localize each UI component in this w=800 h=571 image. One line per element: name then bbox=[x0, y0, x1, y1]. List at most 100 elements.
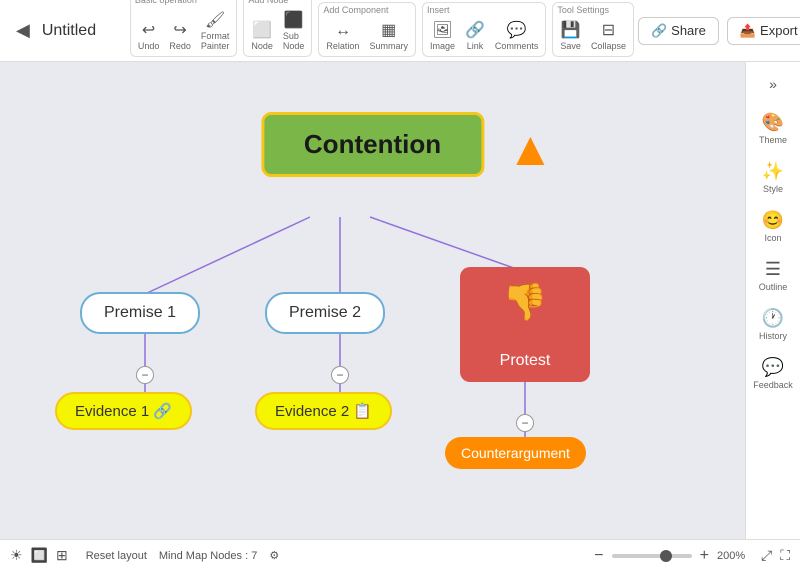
redo-label: Redo bbox=[169, 41, 191, 51]
zoom-level: 200% bbox=[717, 550, 753, 562]
canvas[interactable]: ▲ Contention Premise 1 − Premise 2 − 👎 P… bbox=[0, 62, 745, 539]
back-button[interactable]: ◀ bbox=[8, 16, 38, 45]
header: ◀ Untitled Basic operation ↩ Undo ↪ Redo… bbox=[0, 0, 800, 62]
node-evidence1[interactable]: Evidence 1 🔗 bbox=[55, 392, 192, 430]
summary-icon: ▦ bbox=[381, 20, 396, 40]
link-label: Link bbox=[467, 41, 484, 51]
save-button[interactable]: 💾 Save bbox=[557, 18, 584, 53]
export-button[interactable]: 📤 Export bbox=[727, 17, 800, 45]
protest-collapse[interactable]: − bbox=[516, 414, 534, 432]
node-button[interactable]: ⬜ Node bbox=[248, 18, 276, 53]
feedback-icon: 💬 bbox=[762, 357, 784, 378]
bottom-icons: ☀ 🔲 ⊞ bbox=[10, 547, 68, 564]
sidebar-item-outline[interactable]: ☰ Outline bbox=[749, 253, 797, 298]
zoom-slider[interactable] bbox=[612, 554, 692, 558]
style-label: Style bbox=[763, 184, 783, 194]
layout-icon[interactable]: ⊞ bbox=[56, 547, 68, 564]
node-premise2[interactable]: Premise 2 bbox=[265, 292, 385, 334]
save-label: Save bbox=[560, 41, 581, 51]
grid-icon[interactable]: 🔲 bbox=[31, 547, 48, 564]
toolbar-group-add-node: Add Node ⬜ Node ⬛ Sub Node bbox=[243, 0, 312, 57]
premise2-label: Premise 2 bbox=[289, 304, 361, 321]
format-painter-label: Format Painter bbox=[201, 31, 230, 51]
premise2-collapse[interactable]: − bbox=[331, 366, 349, 384]
toolbar-group-insert-label: Insert bbox=[427, 5, 450, 15]
redo-icon: ↪ bbox=[173, 20, 186, 40]
fit-icon[interactable]: ⤢ bbox=[761, 547, 772, 564]
node-protest[interactable]: 👎 Protest bbox=[460, 267, 590, 382]
premise1-label: Premise 1 bbox=[104, 304, 176, 321]
summary-button[interactable]: ▦ Summary bbox=[366, 18, 411, 53]
contention-label: Contention bbox=[304, 129, 441, 159]
relation-button[interactable]: ↔ Relation bbox=[323, 20, 362, 53]
node-count: Mind Map Nodes : 7 bbox=[159, 550, 257, 562]
share-label: Share bbox=[671, 23, 706, 38]
sidebar-item-style[interactable]: ✨ Style bbox=[749, 155, 797, 200]
share-icon: 🔗 bbox=[651, 23, 667, 39]
node-counterargument[interactable]: Counterargument bbox=[445, 437, 586, 469]
node-label: Node bbox=[251, 41, 273, 51]
bottom-right-controls: − + 200% ⤢ ⛶ bbox=[594, 547, 790, 565]
sub-node-button[interactable]: ⬛ Sub Node bbox=[280, 8, 308, 53]
collapse-label: Collapse bbox=[591, 41, 626, 51]
history-icon: 🕐 bbox=[762, 308, 784, 329]
share-export-area: 🔗 Share 📤 Export bbox=[638, 17, 800, 45]
toolbar-group-tool-settings: Tool Settings 💾 Save ⊟ Collapse bbox=[552, 2, 634, 57]
sun-icon[interactable]: ☀ bbox=[10, 547, 23, 564]
toolbar-basic-items: ↩ Undo ↪ Redo 🖌 Format Painter bbox=[135, 8, 233, 53]
comments-label: Comments bbox=[495, 41, 539, 51]
theme-icon: 🎨 bbox=[762, 112, 784, 133]
zoom-plus-button[interactable]: + bbox=[700, 547, 709, 565]
icon-label: Icon bbox=[764, 233, 781, 243]
counterargument-label: Counterargument bbox=[461, 445, 570, 461]
format-painter-button[interactable]: 🖌 Format Painter bbox=[198, 8, 233, 53]
evidence2-label: Evidence 2 📋 bbox=[275, 403, 372, 420]
premise1-collapse[interactable]: − bbox=[136, 366, 154, 384]
sidebar-item-feedback[interactable]: 💬 Feedback bbox=[749, 351, 797, 396]
node-premise1[interactable]: Premise 1 bbox=[80, 292, 200, 334]
image-button[interactable]: 🖼 Image bbox=[427, 18, 458, 53]
zoom-minus-button[interactable]: − bbox=[594, 547, 603, 565]
sidebar-item-icon[interactable]: 😊 Icon bbox=[749, 204, 797, 249]
toolbar-group-add-node-label: Add Node bbox=[248, 0, 288, 5]
toolbar-add-node-items: ⬜ Node ⬛ Sub Node bbox=[248, 8, 307, 53]
image-label: Image bbox=[430, 41, 455, 51]
comments-icon: 💬 bbox=[507, 20, 527, 40]
toolbar-group-add-component: Add Component ↔ Relation ▦ Summary bbox=[318, 2, 416, 57]
bottom-bar: ☀ 🔲 ⊞ Reset layout Mind Map Nodes : 7 ⚙ … bbox=[0, 539, 800, 571]
collapse-button[interactable]: ⊟ Collapse bbox=[588, 18, 629, 53]
undo-button[interactable]: ↩ Undo bbox=[135, 18, 163, 53]
style-icon: ✨ bbox=[762, 161, 784, 182]
toolbar-add-component-items: ↔ Relation ▦ Summary bbox=[323, 18, 411, 53]
relation-label: Relation bbox=[326, 41, 359, 51]
sub-node-label: Sub Node bbox=[283, 31, 305, 51]
sidebar-item-theme[interactable]: 🎨 Theme bbox=[749, 106, 797, 151]
feedback-label: Feedback bbox=[753, 380, 793, 390]
undo-icon: ↩ bbox=[142, 20, 155, 40]
save-icon: 💾 bbox=[561, 20, 581, 40]
collapse-icon: ⊟ bbox=[602, 20, 615, 40]
redo-button[interactable]: ↪ Redo bbox=[166, 18, 194, 53]
comments-button[interactable]: 💬 Comments bbox=[492, 18, 542, 53]
undo-label: Undo bbox=[138, 41, 160, 51]
image-icon: 🖼 bbox=[432, 20, 452, 40]
toolbar-insert-items: 🖼 Image 🔗 Link 💬 Comments bbox=[427, 18, 541, 53]
format-painter-icon: 🖌 bbox=[205, 10, 225, 30]
up-arrow: ▲ bbox=[507, 122, 555, 177]
reset-layout-button[interactable]: Reset layout bbox=[86, 550, 147, 562]
sidebar-item-history[interactable]: 🕐 History bbox=[749, 302, 797, 347]
link-button[interactable]: 🔗 Link bbox=[462, 18, 488, 53]
toolbar-group-add-component-label: Add Component bbox=[323, 5, 388, 15]
share-button[interactable]: 🔗 Share bbox=[638, 17, 719, 45]
summary-label: Summary bbox=[369, 41, 408, 51]
toolbar-tool-settings-items: 💾 Save ⊟ Collapse bbox=[557, 18, 629, 53]
icon-icon: 😊 bbox=[762, 210, 784, 231]
sidebar-collapse-button[interactable]: » bbox=[759, 70, 787, 98]
toolbar-group-insert: Insert 🖼 Image 🔗 Link 💬 Comments bbox=[422, 2, 546, 57]
fullscreen-icon[interactable]: ⛶ bbox=[780, 547, 790, 564]
map-status-icon: ⚙ bbox=[269, 549, 279, 562]
toolbar-group-tool-settings-label: Tool Settings bbox=[557, 5, 609, 15]
history-label: History bbox=[759, 331, 787, 341]
node-contention[interactable]: Contention bbox=[261, 112, 484, 177]
node-evidence2[interactable]: Evidence 2 📋 bbox=[255, 392, 392, 430]
